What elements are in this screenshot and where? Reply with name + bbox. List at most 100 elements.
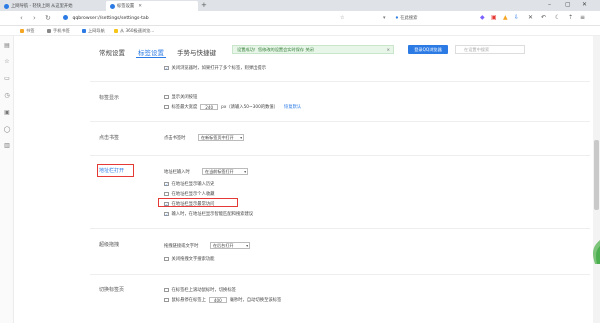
navigation-bar: ‹ › ↻ qqbrowser://settings/settings-tab … [0, 11, 600, 26]
gift-icon[interactable]: ▲ [503, 14, 508, 22]
bookmark-open-select[interactable]: 在新标签页中打开 ▾ [198, 134, 244, 141]
bookmark-label: 书签 [26, 28, 35, 33]
undo-icon[interactable]: ↶ [541, 14, 546, 22]
close-icon[interactable]: × [386, 46, 390, 53]
secure-icon [63, 15, 68, 20]
bookmark-item[interactable]: 手机书签 [47, 28, 70, 34]
search-box[interactable]: ♦ 在此搜索 [395, 14, 470, 23]
notice-text: 设置成功！您修改的设置会实时保存 关闭 [237, 47, 314, 52]
night-mode-icon[interactable]: ☾ [555, 14, 560, 22]
option-label: 在标签栏上滚动鼠标时，切换标签 [171, 288, 236, 293]
checkbox[interactable] [164, 94, 169, 100]
show-close-row[interactable]: 显示关闭按钮 [164, 94, 197, 100]
browser-tab-label: 上网导航 - 轻快上网 从这里开始 [11, 4, 73, 9]
tab-general-settings[interactable]: 常规设置 [99, 47, 125, 57]
option-input-history[interactable]: ✓ 在地址栏显示输入历史 [164, 181, 214, 187]
option-label: 关闭拖拽文字搜索功能 [171, 257, 215, 262]
back-icon[interactable]: ‹ [20, 14, 23, 22]
maximize-icon[interactable]: ▢ [565, 0, 571, 10]
bookmark-label: 上网导航 [88, 28, 105, 33]
favorites-icon[interactable]: ☆ [3, 58, 11, 66]
new-tab-button[interactable]: + [201, 0, 207, 10]
folder-icon [114, 29, 118, 33]
notes-icon[interactable]: ▣ [3, 109, 11, 117]
checkbox[interactable] [164, 104, 169, 110]
section-label-tab-display: 标签显示 [99, 95, 120, 101]
option-most-visited[interactable]: ✓ 在地址栏显示最常访问 [164, 201, 214, 207]
checkbox[interactable] [164, 297, 169, 303]
game-icon[interactable]: ▣ [491, 14, 497, 22]
select-value: 在后台打开 [213, 243, 234, 248]
checkbox[interactable] [164, 256, 169, 262]
browser-tab-label: 标签设置 [117, 4, 135, 9]
checkbox[interactable]: ✓ [164, 65, 169, 71]
search-placeholder: 在设置中搜索 [464, 47, 490, 52]
address-open-select[interactable]: 在当前标签打开 ▾ [202, 168, 248, 175]
option-label: 输入时，在地址栏显示智能匹配和搜索建议 [171, 212, 254, 217]
login-button[interactable]: 登录QQ浏览器 [408, 45, 448, 54]
drag-label: 拖拽链接或文字时 [164, 244, 199, 249]
tab-strip: 上网导航 - 轻快上网 从这里开始 标签设置 ✕ + – ▢ ✕ [0, 0, 600, 11]
option-label: 在地址栏显示输入历史 [171, 182, 215, 187]
minimize-icon[interactable]: – [548, 0, 551, 10]
star-icon[interactable]: ☆ [340, 14, 344, 22]
checkbox[interactable]: ✓ [164, 211, 169, 217]
hover-switch-row: 鼠标悬停在标签上 400 毫秒时，自动切换至该标签 [164, 297, 281, 303]
option-label: 标签最大宽度 [171, 105, 198, 110]
address-bar[interactable]: qqbrowser://settings/settings-tab [63, 14, 335, 23]
hover-delay-input[interactable]: 400 [208, 297, 227, 303]
active-tab-underline [136, 57, 166, 58]
section-label-super-drag: 超级拖拽 [99, 242, 120, 248]
browser-tab-settings[interactable]: 标签设置 ✕ [106, 1, 198, 11]
divider [90, 228, 590, 229]
download-icon[interactable]: ⇩ [514, 14, 519, 22]
dropdown-icon[interactable]: ▾ [383, 14, 386, 22]
divider [90, 121, 590, 122]
option-smart-suggest[interactable]: ✓ 输入时，在地址栏显示智能匹配和搜索建议 [164, 211, 253, 217]
refresh-icon[interactable]: ↻ [45, 14, 51, 22]
tab-tab-settings[interactable]: 标签设置 [138, 47, 164, 57]
browser-tab-nav[interactable]: 上网导航 - 轻快上网 从这里开始 [0, 1, 92, 11]
close-tab-icon[interactable]: ✕ [138, 4, 142, 9]
settings-search-input[interactable]: 在设置中搜索 [455, 45, 525, 54]
checkbox[interactable] [164, 287, 169, 293]
bookmark-click-label: 点击书签时 [164, 136, 186, 141]
bookmarks-bar: 书签 手机书签 上网导航 从 360极速浏览... [0, 26, 600, 36]
checkbox[interactable]: ✓ [164, 181, 169, 187]
window-close-icon[interactable]: ✕ [582, 0, 587, 10]
max-width-row: 标签最大宽度 240 px（请输入50~300的数值） 恢复默认 [164, 104, 301, 110]
reader-icon[interactable]: ▭ [3, 75, 11, 83]
bookmark-panel-icon[interactable]: ▤ [3, 42, 11, 50]
share-icon[interactable]: ⇡ [568, 14, 573, 22]
close-warning-row[interactable]: ✓ 关闭浏览器时，如果打开了多个标签，则弹出提示 [164, 65, 266, 71]
chevron-down-icon: ▾ [240, 136, 242, 140]
restore-default-link[interactable]: 恢复默认 [284, 104, 301, 110]
select-value: 在当前标签打开 [205, 169, 234, 174]
checkbox[interactable] [164, 191, 169, 197]
scrollbar-thumb[interactable] [594, 140, 599, 210]
bookmark-item[interactable]: 书签 [20, 28, 34, 34]
max-width-input[interactable]: 240 [200, 104, 219, 110]
file-icon[interactable]: ▥ [3, 142, 11, 150]
tools-icon[interactable]: ✕ [528, 14, 533, 22]
option-label: 鼠标悬停在标签上 [171, 298, 206, 303]
globe-icon [4, 3, 9, 9]
menu-icon[interactable]: ≡ [580, 14, 585, 22]
checkbox[interactable]: ✓ [164, 201, 169, 207]
option-label: 关闭浏览器时，如果打开了多个标签，则弹出提示 [171, 66, 267, 71]
bookmark-item[interactable]: 从 360极速浏览... [114, 28, 154, 34]
wheel-switch-row[interactable]: 在标签栏上滚动鼠标时，切换标签 [164, 287, 236, 293]
bookmark-label: 从 360极速浏览... [120, 28, 155, 33]
extension-icon[interactable]: ◆ [480, 14, 485, 22]
option-label: 在地址栏显示最常访问 [171, 202, 215, 207]
tab-gestures-shortcuts[interactable]: 手势与快捷键 [177, 47, 216, 57]
forward-icon[interactable]: › [33, 14, 36, 22]
disable-drag-search-row[interactable]: 关闭拖拽文字搜索功能 [164, 256, 214, 262]
option-favorites[interactable]: 在地址栏显示个人收藏 [164, 191, 214, 197]
history-icon[interactable]: ◷ [3, 92, 11, 100]
drag-open-select[interactable]: 在后台打开 ▾ [210, 242, 250, 249]
chevron-down-icon: ▾ [244, 170, 246, 174]
chat-icon[interactable]: ◯ [3, 126, 11, 134]
bookmark-item[interactable]: 上网导航 [82, 28, 105, 34]
leaf-decoration-icon [592, 240, 600, 264]
